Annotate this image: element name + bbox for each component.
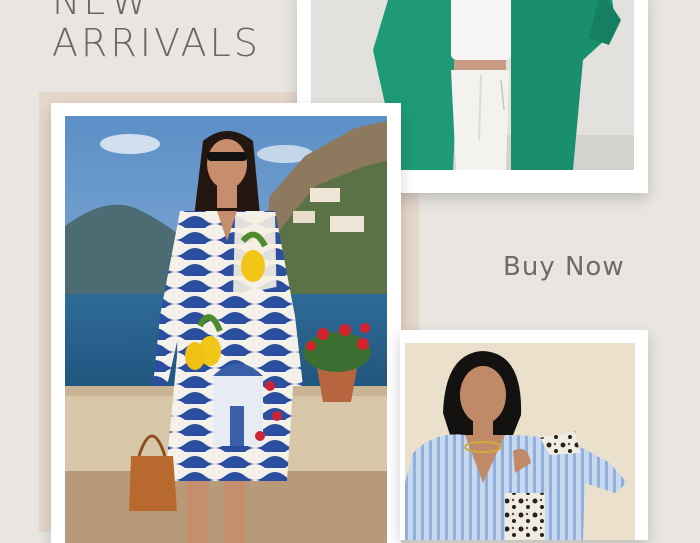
photo-card-lemon-dress[interactable] [51, 103, 401, 543]
lemon-print-dress-image [65, 116, 387, 543]
buy-now-button[interactable]: Buy Now [503, 252, 625, 282]
headline-line-1: NEW [52, 0, 152, 23]
photo-card-striped-shirt[interactable] [400, 330, 648, 540]
page-title: NEW ARRIVALS [52, 0, 261, 64]
headline-line-2: ARRIVALS [52, 21, 261, 65]
striped-leopard-shirt-image [405, 343, 635, 540]
